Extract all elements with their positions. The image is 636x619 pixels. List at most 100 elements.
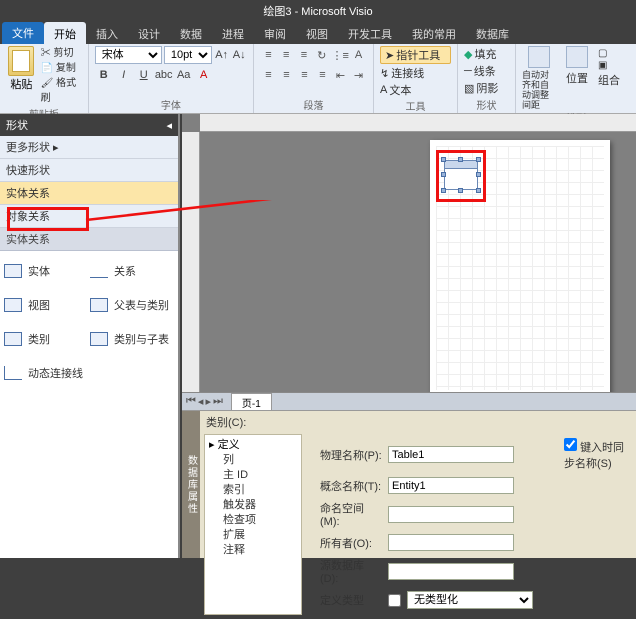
tree-item[interactable]: 索引 bbox=[209, 483, 297, 498]
grow-font-button[interactable]: A↑ bbox=[214, 46, 230, 64]
tab-view[interactable]: 视图 bbox=[296, 22, 338, 44]
canvas-area[interactable] bbox=[182, 114, 636, 410]
title-bar: 绘图3 - Microsoft Visio bbox=[0, 0, 636, 22]
entity-icon bbox=[4, 264, 22, 278]
stencil-area: 实体 关系 视图 父表与类别 类别 类别与子表 动态连接线 bbox=[0, 251, 178, 558]
copy-button[interactable]: 📄 复制 bbox=[41, 61, 82, 76]
first-page-icon[interactable]: ⏮ bbox=[186, 395, 196, 408]
strike-button[interactable]: abc bbox=[155, 66, 173, 84]
group-arrange: 自动对齐和自动调整间距 位置 ▢ ▣ 组合 排列 bbox=[516, 44, 636, 113]
group-tools: ➤指针工具 ↯连接线 A文本 工具 bbox=[374, 44, 458, 113]
stencil-view[interactable]: 视图 bbox=[4, 291, 88, 319]
srcdb-input[interactable] bbox=[388, 563, 514, 580]
align-middle-icon[interactable]: ≡ bbox=[278, 46, 295, 64]
page-nav-arrows[interactable]: ⏮ ◂ ▸ ⏭ bbox=[182, 395, 227, 408]
text-icon: A bbox=[380, 84, 387, 96]
connector-tool-button[interactable]: ↯连接线 bbox=[380, 65, 451, 81]
tree-item[interactable]: 列 bbox=[209, 453, 297, 468]
category-header: 类别(C): bbox=[200, 411, 636, 430]
text-dir-icon[interactable]: A bbox=[350, 46, 367, 64]
tab-home[interactable]: 开始 bbox=[44, 22, 86, 44]
stencil-category-child[interactable]: 类别与子表 bbox=[90, 325, 174, 353]
align-center-icon[interactable]: ≡ bbox=[278, 66, 295, 84]
tree-item[interactable]: 扩展 bbox=[209, 528, 297, 543]
fill-button[interactable]: ◆填充 bbox=[464, 46, 509, 62]
align-left-icon[interactable]: ≡ bbox=[260, 66, 277, 84]
align-bottom-icon[interactable]: ≡ bbox=[296, 46, 313, 64]
stencil-section-title: 实体关系 bbox=[0, 228, 178, 251]
page-tab-1[interactable]: 页-1 bbox=[231, 393, 272, 411]
bold-button[interactable]: B bbox=[95, 66, 113, 84]
stencil-category[interactable]: 类别 bbox=[4, 325, 88, 353]
tab-database[interactable]: 数据库 bbox=[466, 22, 519, 44]
tab-process[interactable]: 进程 bbox=[212, 22, 254, 44]
last-page-icon[interactable]: ⏭ bbox=[213, 395, 223, 408]
tab-data[interactable]: 数据 bbox=[170, 22, 212, 44]
text-tool-button[interactable]: A文本 bbox=[380, 82, 451, 98]
sync-checkbox[interactable]: 键入时同步名称(S) bbox=[564, 438, 626, 471]
group-label: 形状 bbox=[464, 97, 509, 113]
phys-name-input[interactable] bbox=[388, 446, 514, 463]
tree-root[interactable]: ▸ 定义 bbox=[209, 438, 297, 453]
orientation-icon[interactable]: ↻ bbox=[313, 46, 330, 64]
italic-button[interactable]: I bbox=[115, 66, 133, 84]
underline-button[interactable]: U bbox=[135, 66, 153, 84]
entity-relation-row[interactable]: 实体关系 bbox=[0, 182, 178, 205]
shrink-font-button[interactable]: A↓ bbox=[231, 46, 247, 64]
line-icon: ─ bbox=[464, 65, 472, 77]
font-name-combo[interactable]: 宋体 bbox=[95, 46, 162, 64]
namespace-input[interactable] bbox=[388, 506, 514, 523]
deftype-checkbox[interactable] bbox=[388, 594, 401, 607]
send-back-button[interactable]: ▣ bbox=[598, 60, 620, 71]
tab-custom[interactable]: 我的常用 bbox=[402, 22, 466, 44]
owner-label: 所有者(O): bbox=[320, 535, 382, 551]
quick-shapes-row[interactable]: 快速形状 bbox=[0, 159, 178, 182]
justify-icon[interactable]: ≡ bbox=[314, 66, 331, 84]
bullets-icon[interactable]: ⋮≡ bbox=[331, 46, 349, 64]
stencil-entity[interactable]: 实体 bbox=[4, 257, 88, 285]
panel-side-tab[interactable]: 数据库属性 bbox=[182, 411, 200, 558]
file-tab[interactable]: 文件 bbox=[2, 22, 44, 44]
autoalign-button[interactable]: 自动对齐和自动调整间距 bbox=[522, 46, 556, 110]
stencil-parent-category[interactable]: 父表与类别 bbox=[90, 291, 174, 319]
shapes-panel: 形状 ◂ 更多形状 ▸ 快速形状 实体关系 对象关系 实体关系 实体 关系 视图… bbox=[0, 114, 180, 558]
tab-review[interactable]: 审阅 bbox=[254, 22, 296, 44]
indent-dec-icon[interactable]: ⇤ bbox=[332, 66, 349, 84]
tree-item[interactable]: 检查项 bbox=[209, 513, 297, 528]
object-relation-row[interactable]: 对象关系 bbox=[0, 205, 178, 228]
pointer-tool-button[interactable]: ➤指针工具 bbox=[380, 46, 451, 64]
cut-button[interactable]: ✂ 剪切 bbox=[41, 46, 82, 61]
format-painter-button[interactable]: 🖌 格式刷 bbox=[41, 76, 82, 106]
position-button[interactable]: 位置 bbox=[560, 46, 594, 86]
stencil-dynamic-connector[interactable]: 动态连接线 bbox=[4, 359, 174, 387]
tree-item[interactable]: 注释 bbox=[209, 543, 297, 558]
stencil-relation[interactable]: 关系 bbox=[90, 257, 174, 285]
category-tree[interactable]: ▸ 定义 列 主 ID 索引 触发器 检查项 扩展 注释 bbox=[204, 434, 302, 615]
next-page-icon[interactable]: ▸ bbox=[205, 395, 211, 408]
line-button[interactable]: ─线条 bbox=[464, 63, 509, 79]
tree-item[interactable]: 主 ID bbox=[209, 468, 297, 483]
case-button[interactable]: Aa bbox=[175, 66, 193, 84]
prev-page-icon[interactable]: ◂ bbox=[198, 395, 204, 408]
more-shapes-row[interactable]: 更多形状 ▸ bbox=[0, 136, 178, 159]
tab-design[interactable]: 设计 bbox=[128, 22, 170, 44]
font-size-combo[interactable]: 10pt bbox=[164, 46, 212, 64]
font-color-button[interactable]: A bbox=[195, 66, 213, 84]
shadow-button[interactable]: ▧阴影 bbox=[464, 80, 509, 96]
group-label: 段落 bbox=[260, 97, 367, 113]
align-right-icon[interactable]: ≡ bbox=[296, 66, 313, 84]
group-shape: ◆填充 ─线条 ▧阴影 形状 bbox=[458, 44, 516, 113]
indent-inc-icon[interactable]: ⇥ bbox=[350, 66, 367, 84]
tree-item[interactable]: 触发器 bbox=[209, 498, 297, 513]
group-button[interactable]: 组合 bbox=[598, 72, 620, 88]
chevron-left-icon[interactable]: ◂ bbox=[166, 119, 172, 132]
concept-name-input[interactable] bbox=[388, 477, 514, 494]
deftype-select[interactable]: 无类型化 bbox=[407, 591, 533, 609]
bring-front-button[interactable]: ▢ bbox=[598, 48, 620, 59]
tab-insert[interactable]: 插入 bbox=[86, 22, 128, 44]
paste-button[interactable]: 粘贴 bbox=[6, 46, 37, 92]
entity-shape-on-canvas[interactable] bbox=[444, 160, 478, 190]
tab-devtools[interactable]: 开发工具 bbox=[338, 22, 402, 44]
align-top-icon[interactable]: ≡ bbox=[260, 46, 277, 64]
owner-input[interactable] bbox=[388, 534, 514, 551]
